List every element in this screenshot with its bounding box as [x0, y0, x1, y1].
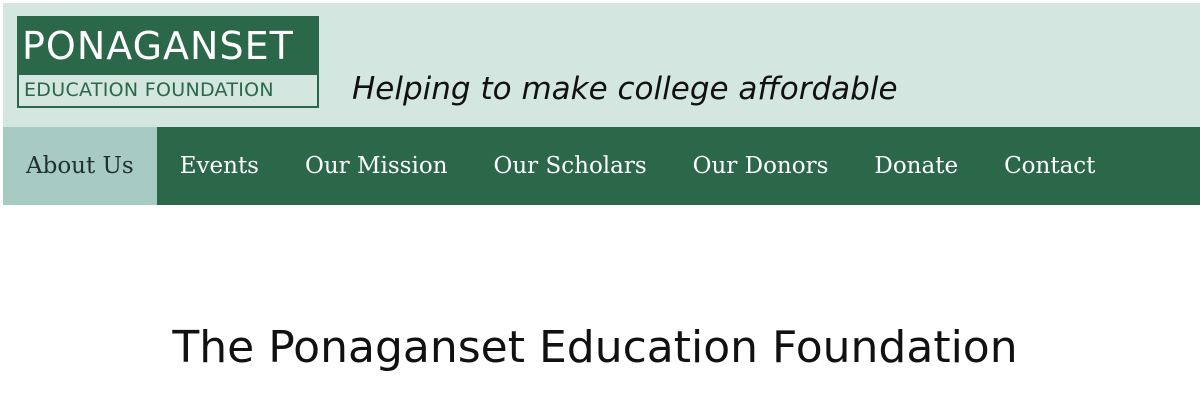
main-navigation: About Us Events Our Mission Our Scholars… — [3, 127, 1200, 205]
nav-item-donate[interactable]: Donate — [851, 127, 981, 205]
nav-item-events[interactable]: Events — [157, 127, 282, 205]
page-title: The Ponaganset Education Foundation — [172, 322, 1018, 373]
site-logo[interactable]: PONAGANSET EDUCATION FOUNDATION — [17, 16, 319, 108]
page: PONAGANSET EDUCATION FOUNDATION Helping … — [0, 0, 1200, 400]
site-header: PONAGANSET EDUCATION FOUNDATION Helping … — [3, 3, 1200, 127]
nav-item-about-us[interactable]: About Us — [3, 127, 157, 205]
nav-item-our-donors[interactable]: Our Donors — [670, 127, 852, 205]
site-tagline: Helping to make college affordable — [352, 71, 898, 107]
nav-item-our-scholars[interactable]: Our Scholars — [471, 127, 670, 205]
nav-item-contact[interactable]: Contact — [981, 127, 1118, 205]
nav-item-our-mission[interactable]: Our Mission — [282, 127, 471, 205]
logo-subtitle: EDUCATION FOUNDATION — [19, 75, 317, 106]
logo-title: PONAGANSET — [22, 24, 294, 68]
